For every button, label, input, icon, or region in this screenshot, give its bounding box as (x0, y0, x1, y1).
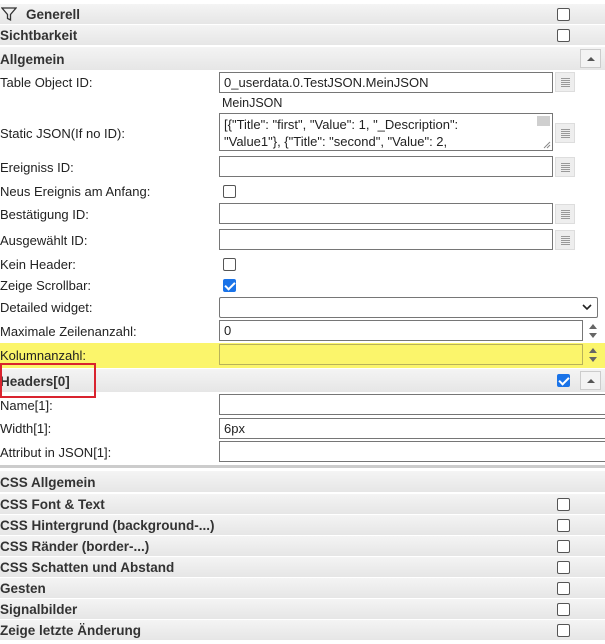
zeige-scrollbar-label: Zeige Scrollbar: (0, 278, 92, 293)
width1-label: Width[1]: (0, 421, 52, 436)
signalbilder-checkbox[interactable] (557, 603, 570, 616)
static-json-line: "Value1"}, {"Title": "second", "Value": … (224, 134, 448, 149)
section-css-allgemein[interactable]: CSS Allgemein (0, 471, 605, 493)
static-json-line: [{"Title": "first", "Value": 1, "_Descri… (224, 117, 459, 132)
section-css-font[interactable]: CSS Font & Text (0, 494, 605, 515)
section-title: Generell (26, 7, 81, 22)
annotation-box (0, 363, 96, 398)
css-font-checkbox[interactable] (557, 498, 570, 511)
kolumnanzahl-input[interactable] (219, 344, 583, 365)
section-title: Sichtbarkeit (0, 28, 78, 43)
section-letzte-aenderung[interactable]: Zeige letzte Änderung (0, 620, 605, 641)
sichtbarkeit-checkbox[interactable] (557, 29, 570, 42)
object-picker-icon[interactable] (555, 157, 575, 177)
table-object-id-hint: MeinJSON (222, 96, 283, 110)
section-title: Gesten (0, 581, 46, 596)
section-title: CSS Schatten und Abstand (0, 560, 175, 575)
max-zeilen-label: Maximale Zeilenanzahl: (0, 324, 137, 339)
section-title: CSS Hintergrund (background-...) (0, 518, 215, 533)
css-border-checkbox[interactable] (557, 540, 570, 553)
section-title: CSS Allgemein (0, 475, 96, 490)
section-generell[interactable]: Generell (0, 4, 605, 25)
bestaetigung-id-label: Bestätigung ID: (0, 207, 89, 222)
name1-input[interactable] (219, 394, 605, 415)
static-json-textarea[interactable]: [{"Title": "first", "Value": 1, "_Descri… (219, 113, 553, 151)
letzte-aenderung-checkbox[interactable] (557, 624, 570, 637)
section-divider (0, 465, 605, 468)
ausgewaehlt-id-input[interactable] (219, 229, 553, 250)
width1-input[interactable]: 6px (219, 418, 605, 439)
section-css-shadow[interactable]: CSS Schatten und Abstand (0, 557, 605, 578)
kolumnanzahl-spinner[interactable] (585, 344, 601, 365)
max-zeilen-input[interactable]: 0 (219, 320, 583, 341)
section-css-border[interactable]: CSS Ränder (border-...) (0, 536, 605, 557)
detailed-widget-label: Detailed widget: (0, 300, 93, 315)
attribut1-label: Attribut in JSON[1]: (0, 445, 112, 460)
name1-label: Name[1]: (0, 398, 53, 413)
css-background-checkbox[interactable] (557, 519, 570, 532)
section-gesten[interactable]: Gesten (0, 578, 605, 599)
resize-handle-icon[interactable] (543, 141, 551, 149)
neues-ereignis-checkbox[interactable] (223, 185, 236, 198)
ereigniss-id-label: Ereigniss ID: (0, 160, 74, 175)
max-zeilen-spinner[interactable] (585, 320, 601, 341)
kolumnanzahl-label: Kolumnanzahl: (0, 348, 86, 363)
section-title: CSS Font & Text (0, 497, 105, 512)
section-signalbilder[interactable]: Signalbilder (0, 599, 605, 620)
section-title: Signalbilder (0, 602, 78, 617)
kein-header-checkbox[interactable] (223, 258, 236, 271)
section-sichtbarkeit[interactable]: Sichtbarkeit (0, 25, 605, 46)
ausgewaehlt-id-label: Ausgewählt ID: (0, 233, 88, 248)
gesten-checkbox[interactable] (557, 582, 570, 595)
section-css-background[interactable]: CSS Hintergrund (background-...) (0, 515, 605, 536)
object-picker-icon[interactable] (555, 72, 575, 92)
bestaetigung-id-input[interactable] (219, 203, 553, 224)
section-title: CSS Ränder (border-...) (0, 539, 150, 554)
ereigniss-id-input[interactable] (219, 156, 553, 177)
kein-header-label: Kein Header: (0, 257, 76, 272)
table-object-id-label: Table Object ID: (0, 75, 93, 90)
headers-checkbox[interactable] (557, 374, 570, 387)
collapse-button[interactable] (580, 371, 601, 390)
filter-icon[interactable] (1, 6, 17, 22)
json-picker-icon[interactable] (555, 123, 575, 143)
collapse-button[interactable] (580, 49, 601, 68)
object-picker-icon[interactable] (555, 230, 575, 250)
static-json-label: Static JSON(If no ID): (0, 126, 125, 141)
object-picker-icon[interactable] (555, 204, 575, 224)
zeige-scrollbar-checkbox[interactable] (223, 279, 236, 292)
generell-checkbox[interactable] (557, 8, 570, 21)
section-allgemein[interactable]: Allgemein (0, 47, 605, 71)
table-object-id-input[interactable]: 0_userdata.0.TestJSON.MeinJSON (219, 72, 553, 93)
css-shadow-checkbox[interactable] (557, 561, 570, 574)
chevron-down-icon (582, 304, 592, 311)
section-title: Zeige letzte Änderung (0, 623, 142, 638)
attribut1-input[interactable] (219, 441, 605, 462)
neues-ereignis-label: Neus Ereignis am Anfang: (0, 184, 151, 199)
detailed-widget-select[interactable] (219, 297, 598, 318)
section-title: Allgemein (0, 52, 65, 67)
textarea-scrollbar[interactable] (537, 116, 550, 126)
